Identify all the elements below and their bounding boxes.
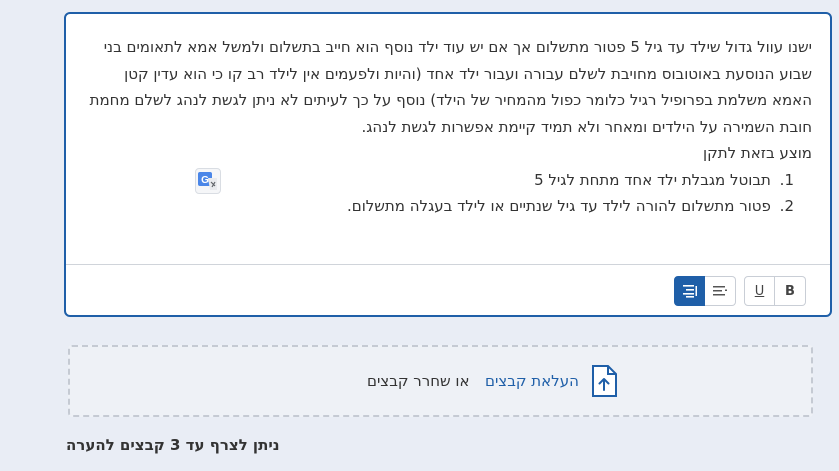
editor-toolbar: U B bbox=[66, 264, 830, 315]
text-direction-rtl-icon bbox=[682, 285, 697, 298]
align-left-icon bbox=[713, 286, 727, 296]
proposal-list: 1. תבוטל מגבלת ילד אחד מתחת לגיל 5 2. פט… bbox=[84, 167, 812, 220]
upload-files-link[interactable]: העלאת קבצים bbox=[485, 372, 579, 390]
direction-button-group bbox=[674, 276, 736, 306]
rtl-direction-button[interactable] bbox=[674, 276, 705, 306]
list-item-text: פטור מתשלום להורה לילד עד גיל שנתיים או … bbox=[346, 197, 771, 215]
bold-button[interactable]: B bbox=[775, 276, 806, 306]
attachment-limit-note: ניתן לצרף עד 3 קבצים להערה bbox=[66, 436, 280, 454]
comment-paragraph: ישנו עוול גדול שילד עד גיל 5 פטור מתשלום… bbox=[89, 38, 812, 136]
comment-textarea[interactable]: ישנו עוול גדול שילד עד גיל 5 פטור מתשלום… bbox=[68, 16, 828, 266]
google-translate-glyph: G bbox=[198, 172, 217, 190]
list-item-text: תבוטל מגבלת ילד אחד מתחת לגיל 5 bbox=[534, 170, 771, 189]
svg-text:G: G bbox=[201, 175, 209, 186]
list-item: 1. תבוטל מגבלת ילד אחד מתחת לגיל 5 bbox=[84, 167, 794, 194]
google-translate-icon[interactable]: G bbox=[195, 168, 221, 194]
bold-icon: B bbox=[785, 283, 795, 299]
comment-editor: ישנו עוול גדול שילד עד גיל 5 פטור מתשלום… bbox=[64, 12, 832, 317]
format-button-group: U B bbox=[744, 276, 806, 306]
underline-button[interactable]: U bbox=[744, 276, 775, 306]
file-dropzone[interactable]: העלאת קבצים או שחרר קבצים bbox=[68, 345, 813, 417]
drop-files-label: או שחרר קבצים bbox=[367, 372, 470, 390]
list-item: 2. פטור מתשלום להורה לילד עד גיל שנתיים … bbox=[84, 193, 794, 220]
align-left-button[interactable] bbox=[705, 276, 736, 306]
file-upload-icon[interactable] bbox=[591, 365, 617, 397]
underline-icon: U bbox=[754, 283, 765, 299]
list-item-number: 1. bbox=[779, 170, 794, 189]
list-item-number: 2. bbox=[779, 197, 794, 215]
proposal-line: מוצע בזאת לתקן bbox=[703, 144, 812, 162]
